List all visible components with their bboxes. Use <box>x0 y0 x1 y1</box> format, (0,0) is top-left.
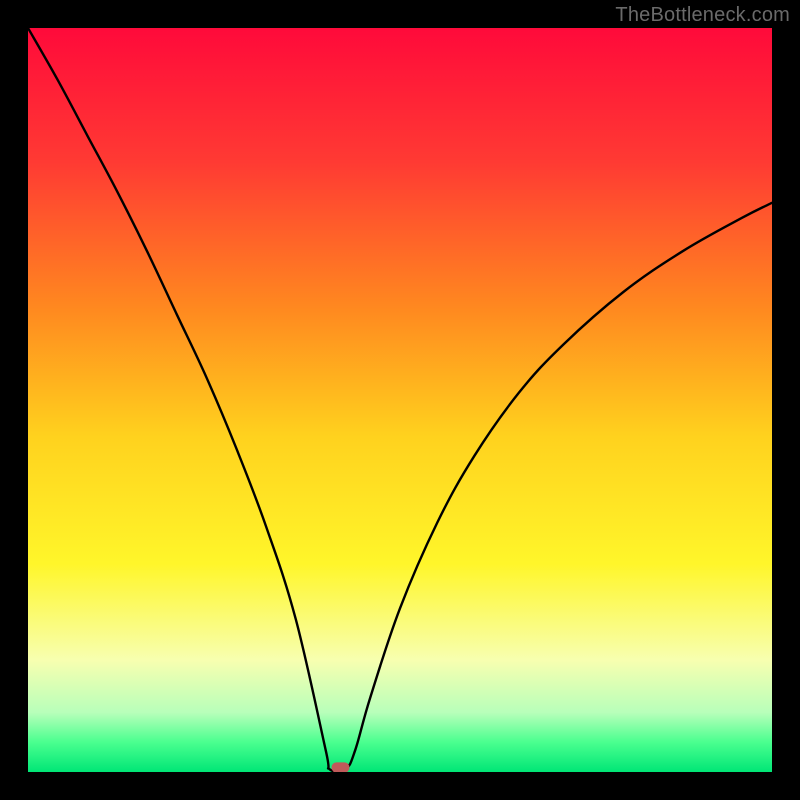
chart-container: TheBottleneck.com <box>0 0 800 800</box>
optimal-point-marker <box>332 762 350 772</box>
plot-area <box>28 28 772 772</box>
plot-background <box>28 28 772 772</box>
watermark-text: TheBottleneck.com <box>615 4 790 27</box>
